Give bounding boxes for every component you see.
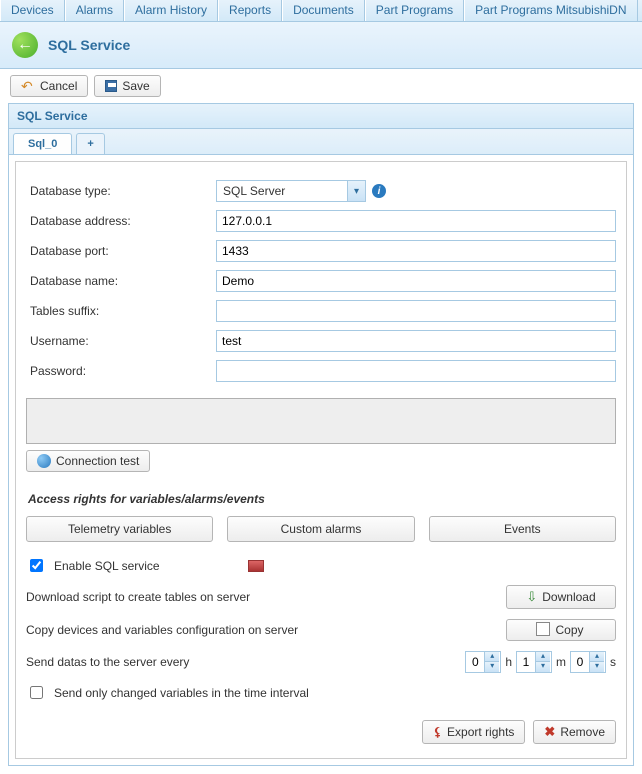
send-only-changed-label: Send only changed variables in the time … xyxy=(54,686,309,700)
db-name-input[interactable] xyxy=(216,270,616,292)
save-icon xyxy=(105,80,117,92)
hours-unit: h xyxy=(505,655,512,669)
download-script-label: Download script to create tables on serv… xyxy=(26,590,250,604)
db-port-input[interactable] xyxy=(216,240,616,262)
pdf-icon: ⚸ xyxy=(433,725,442,739)
copy-btn-label: Copy xyxy=(555,623,583,637)
tab-reports[interactable]: Reports xyxy=(218,0,282,21)
label-db-port: Database port: xyxy=(26,244,216,258)
tab-devices[interactable]: Devices xyxy=(0,0,65,21)
seconds-input[interactable] xyxy=(571,655,589,669)
seconds-spinbox[interactable]: ▴▾ xyxy=(570,651,606,673)
tab-alarms[interactable]: Alarms xyxy=(65,0,124,21)
cancel-button[interactable]: ↶ Cancel xyxy=(10,75,88,97)
cancel-label: Cancel xyxy=(40,79,77,93)
minutes-input[interactable] xyxy=(517,655,535,669)
add-tab-button[interactable]: + xyxy=(76,133,104,154)
connection-output xyxy=(26,398,616,444)
access-rights-title: Access rights for variables/alarms/event… xyxy=(28,492,616,506)
page-title: SQL Service xyxy=(48,37,130,53)
title-bar: ← SQL Service xyxy=(0,22,642,69)
download-button[interactable]: ⇩ Download xyxy=(506,585,616,609)
export-rights-label: Export rights xyxy=(447,725,514,739)
seconds-down[interactable]: ▾ xyxy=(590,662,604,672)
label-password: Password: xyxy=(26,364,216,378)
panel-header: SQL Service xyxy=(9,104,633,129)
info-icon[interactable]: i xyxy=(372,184,386,198)
telemetry-variables-button[interactable]: Telemetry variables xyxy=(26,516,213,542)
label-db-name: Database name: xyxy=(26,274,216,288)
send-only-changed-checkbox[interactable] xyxy=(30,686,43,699)
tables-suffix-input[interactable] xyxy=(216,300,616,322)
tab-documents[interactable]: Documents xyxy=(282,0,365,21)
hours-input[interactable] xyxy=(466,655,484,669)
tab-part-programs-mitsubishi[interactable]: Part Programs MitsubishiDN xyxy=(464,0,637,21)
db-type-value: SQL Server xyxy=(217,184,347,198)
tab-sql0[interactable]: Sql_0 xyxy=(13,133,72,154)
label-username: Username: xyxy=(26,334,216,348)
download-btn-label: Download xyxy=(542,590,595,604)
back-button[interactable]: ← xyxy=(12,32,38,58)
label-suffix: Tables suffix: xyxy=(26,304,216,318)
save-label: Save xyxy=(122,79,149,93)
custom-alarms-button[interactable]: Custom alarms xyxy=(227,516,414,542)
copy-config-label: Copy devices and variables configuration… xyxy=(26,623,298,637)
connection-test-label: Connection test xyxy=(56,454,139,468)
sql-service-panel: SQL Service Sql_0 + Database type: SQL S… xyxy=(8,103,634,766)
events-button[interactable]: Events xyxy=(429,516,616,542)
inner-tabs: Sql_0 + xyxy=(9,129,633,155)
db-address-input[interactable] xyxy=(216,210,616,232)
copy-icon xyxy=(538,624,550,636)
connection-test-button[interactable]: Connection test xyxy=(26,450,150,472)
toolbar: ↶ Cancel Save xyxy=(0,69,642,103)
export-rights-button[interactable]: ⚸ Export rights xyxy=(422,720,525,744)
hours-down[interactable]: ▾ xyxy=(485,662,499,672)
undo-icon: ↶ xyxy=(21,79,35,93)
enable-sql-checkbox[interactable] xyxy=(30,559,43,572)
db-type-select[interactable]: SQL Server ▾ xyxy=(216,180,366,202)
chevron-down-icon[interactable]: ▾ xyxy=(347,181,365,201)
tab-part-programs[interactable]: Part Programs xyxy=(365,0,464,21)
label-db-address: Database address: xyxy=(26,214,216,228)
download-icon: ⇩ xyxy=(526,589,537,605)
copy-button[interactable]: Copy xyxy=(506,619,616,641)
save-button[interactable]: Save xyxy=(94,75,160,97)
send-interval-label: Send datas to the server every xyxy=(26,655,189,669)
globe-icon xyxy=(37,454,51,468)
form-body: Database type: SQL Server ▾ i Database a… xyxy=(15,161,627,759)
send-interval-group: ▴▾ h ▴▾ m ▴▾ s xyxy=(465,651,616,673)
remove-button[interactable]: ✖ Remove xyxy=(533,720,616,744)
arrow-left-icon: ← xyxy=(17,36,33,54)
seconds-unit: s xyxy=(610,655,616,669)
top-tabs: Devices Alarms Alarm History Reports Doc… xyxy=(0,0,642,22)
password-input[interactable] xyxy=(216,360,616,382)
database-icon xyxy=(248,560,264,572)
minutes-unit: m xyxy=(556,655,566,669)
enable-sql-label: Enable SQL service xyxy=(54,559,160,573)
minutes-down[interactable]: ▾ xyxy=(536,662,550,672)
username-input[interactable] xyxy=(216,330,616,352)
hours-spinbox[interactable]: ▴▾ xyxy=(465,651,501,673)
minutes-spinbox[interactable]: ▴▾ xyxy=(516,651,552,673)
remove-label: Remove xyxy=(560,725,605,739)
label-db-type: Database type: xyxy=(26,184,216,198)
remove-icon: ✖ xyxy=(544,724,555,740)
tab-alarm-history[interactable]: Alarm History xyxy=(124,0,218,21)
